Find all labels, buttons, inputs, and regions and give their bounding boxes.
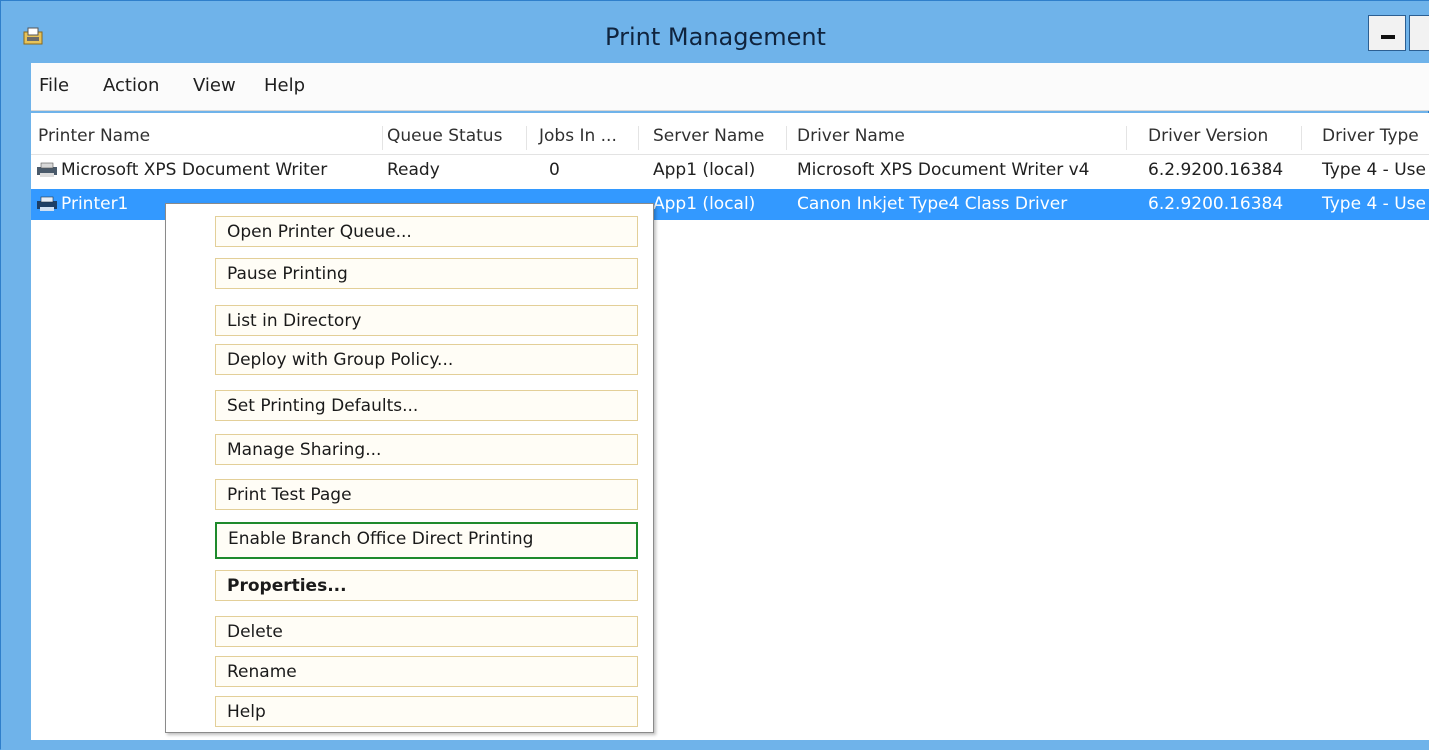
menu-item-label: Delete xyxy=(227,622,283,642)
cell-jobs-in: 0 xyxy=(549,160,560,180)
cell-driver-name: Microsoft XPS Document Writer v4 xyxy=(797,160,1090,180)
maximize-button[interactable] xyxy=(1409,15,1429,51)
column-header-driver-version[interactable]: Driver Version xyxy=(1148,126,1302,150)
menu-item-delete[interactable]: Delete xyxy=(215,616,638,647)
column-header-jobs-in[interactable]: Jobs In ... xyxy=(539,126,639,150)
printer-icon xyxy=(37,162,57,177)
menu-item-list-in-directory[interactable]: List in Directory xyxy=(215,305,638,336)
menu-bar: File Action View Help xyxy=(31,63,1429,111)
menu-item-open-printer-queue[interactable]: Open Printer Queue... xyxy=(215,216,638,247)
menu-item-manage-sharing[interactable]: Manage Sharing... xyxy=(215,434,638,465)
cell-driver-version: 6.2.9200.16384 xyxy=(1148,194,1284,214)
minimize-button[interactable] xyxy=(1368,15,1406,51)
menu-item-print-test-page[interactable]: Print Test Page xyxy=(215,479,638,510)
menu-item-label: Enable Branch Office Direct Printing xyxy=(228,529,534,549)
menu-help[interactable]: Help xyxy=(264,75,305,96)
menu-item-label: List in Directory xyxy=(227,311,362,331)
menu-item-deploy-with-group-policy[interactable]: Deploy with Group Policy... xyxy=(215,344,638,375)
menu-file[interactable]: File xyxy=(39,75,69,96)
cell-server-name: App1 (local) xyxy=(653,160,756,180)
menu-item-label: Help xyxy=(227,702,266,722)
menu-item-set-printing-defaults[interactable]: Set Printing Defaults... xyxy=(215,390,638,421)
menu-item-label: Print Test Page xyxy=(227,485,352,505)
cell-printer-name: Printer1 xyxy=(61,194,129,214)
table-row[interactable]: Microsoft XPS Document Writer Ready 0 Ap… xyxy=(31,155,1429,186)
title-bar[interactable]: Print Management xyxy=(1,1,1429,63)
column-header-driver-type[interactable]: Driver Type xyxy=(1322,126,1429,150)
column-header-server-name[interactable]: Server Name xyxy=(653,126,787,150)
menu-view[interactable]: View xyxy=(193,75,236,96)
column-header-driver-name[interactable]: Driver Name xyxy=(797,126,1127,150)
column-header-row: Printer Name Queue Status Jobs In ... Se… xyxy=(31,118,1429,155)
cell-server-name: App1 (local) xyxy=(653,194,756,214)
menu-item-label: Properties... xyxy=(227,576,347,596)
menu-item-label: Open Printer Queue... xyxy=(227,222,412,242)
cell-driver-name: Canon Inkjet Type4 Class Driver xyxy=(797,194,1068,214)
menu-item-help[interactable]: Help xyxy=(215,696,638,727)
menu-item-enable-branch-office-direct-printing[interactable]: Enable Branch Office Direct Printing xyxy=(215,522,638,559)
menu-item-properties[interactable]: Properties... xyxy=(215,570,638,601)
column-header-printer-name[interactable]: Printer Name xyxy=(38,126,383,150)
column-header-queue-status[interactable]: Queue Status xyxy=(387,126,527,150)
print-management-window: Print Management File Action View Help P… xyxy=(0,0,1429,750)
cell-printer-name: Microsoft XPS Document Writer xyxy=(61,160,328,180)
context-menu: Open Printer Queue... Pause Printing Lis… xyxy=(165,203,654,733)
menu-item-label: Set Printing Defaults... xyxy=(227,396,419,416)
cell-driver-version: 6.2.9200.16384 xyxy=(1148,160,1284,180)
menu-item-label: Rename xyxy=(227,662,297,682)
window-title: Print Management xyxy=(605,23,826,51)
menu-item-label: Manage Sharing... xyxy=(227,440,382,460)
menu-item-pause-printing[interactable]: Pause Printing xyxy=(215,258,638,289)
menu-action[interactable]: Action xyxy=(103,75,159,96)
menu-item-label: Pause Printing xyxy=(227,264,348,284)
cell-queue-status: Ready xyxy=(387,160,440,180)
menu-item-label: Deploy with Group Policy... xyxy=(227,350,454,370)
cell-driver-type: Type 4 - Use xyxy=(1322,160,1426,180)
cell-driver-type: Type 4 - Use xyxy=(1322,194,1426,214)
printer-icon xyxy=(37,196,57,211)
menu-item-rename[interactable]: Rename xyxy=(215,656,638,687)
